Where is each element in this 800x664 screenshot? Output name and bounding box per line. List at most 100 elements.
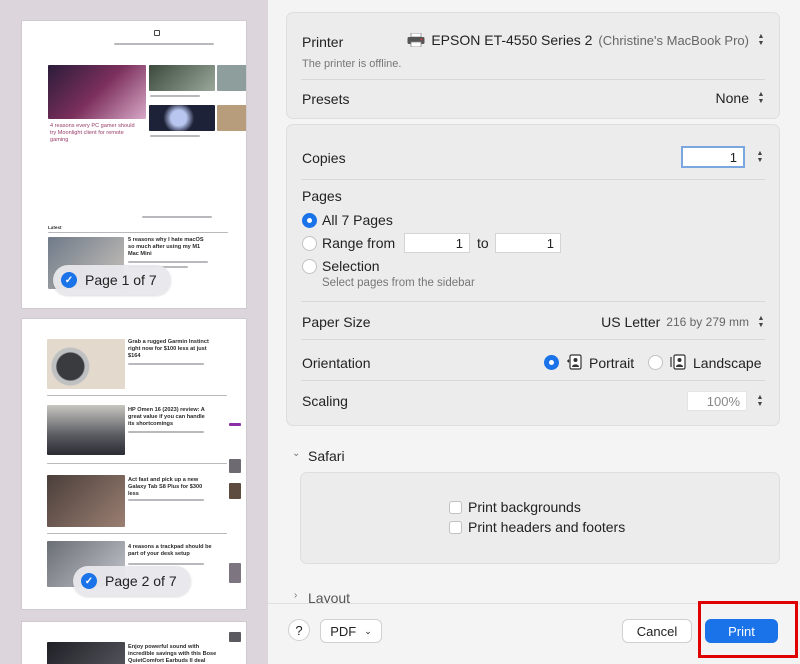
sidebar-ad (229, 459, 241, 473)
range-to-input[interactable]: 1 (495, 233, 561, 253)
portrait-radio[interactable] (544, 355, 559, 370)
copies-input[interactable]: 1 (681, 146, 745, 168)
article-image (217, 105, 246, 131)
selection-radio[interactable] (302, 259, 317, 274)
printer-host: (Christine's MacBook Pro) (598, 32, 749, 48)
page-2-label: Page 2 of 7 (105, 573, 177, 589)
divider (301, 301, 765, 302)
print-button[interactable]: Print (705, 619, 778, 643)
selection-hint: Select pages from the sidebar (322, 277, 475, 289)
all-pages-radio[interactable] (302, 213, 317, 228)
page-thumbnail-3[interactable]: Enjoy powerful sound with incredible sav… (21, 621, 247, 664)
divider (47, 463, 227, 464)
range-radio[interactable] (302, 236, 317, 251)
presets-popup[interactable]: None ▲ ▼ (716, 90, 767, 106)
pdf-label: PDF (330, 623, 357, 639)
copies-label: Copies (302, 150, 346, 166)
printer-popup[interactable]: EPSON ET-4550 Series 2 (Christine's MacB… (407, 32, 767, 48)
sidebar-ad (229, 423, 241, 426)
cancel-button[interactable]: Cancel (622, 619, 692, 643)
all-pages-label: All 7 Pages (322, 212, 393, 228)
hero-headline: 4 reasons every PC gamer should try Moon… (50, 123, 135, 143)
article-title: HP Omen 16 (2023) review: A great value … (128, 407, 205, 427)
article-image (47, 642, 125, 664)
article-image (149, 105, 215, 131)
options-card: Copies 1 ▲ ▼ Pages All 7 Pages Range from… (286, 124, 780, 426)
print-backgrounds-label: Print backgrounds (468, 499, 581, 515)
printer-name: EPSON ET-4550 Series 2 (431, 32, 593, 48)
divider (301, 380, 765, 381)
article-image (47, 339, 125, 389)
article-title: Enjoy powerful sound with incredible sav… (128, 644, 217, 664)
scaling-input[interactable]: 100% (687, 391, 747, 411)
landscape-icon (670, 354, 688, 375)
scaling-label: Scaling (302, 393, 348, 409)
page-1-selection-pill[interactable]: ✓ Page 1 of 7 (53, 265, 171, 295)
paper-size-label: Paper Size (302, 314, 371, 330)
portrait-label: Portrait (589, 355, 635, 371)
copies-stepper[interactable]: ▲ ▼ (754, 149, 766, 165)
section-label: Latest (48, 225, 62, 230)
paper-size-dims: 216 by 279 mm (666, 315, 749, 329)
text-line (128, 563, 204, 565)
portrait-icon (566, 354, 582, 375)
text-line (150, 95, 200, 97)
text-line (128, 363, 204, 365)
range-label: Range from (322, 235, 396, 251)
orientation-label: Orientation (302, 355, 371, 371)
pdf-menu-button[interactable]: PDF ⌄ (320, 619, 382, 643)
popup-chevron-icon: ▲ ▼ (757, 315, 765, 329)
selection-label: Selection (322, 258, 380, 274)
safari-section-label[interactable]: Safari (308, 448, 345, 464)
pages-label: Pages (302, 188, 342, 204)
landscape-label: Landscape (693, 355, 762, 371)
page-preview-sidebar[interactable]: 4 reasons every PC gamer should try Moon… (0, 0, 268, 664)
tab-bar (142, 216, 212, 218)
landscape-radio[interactable] (648, 355, 663, 370)
divider (301, 179, 765, 180)
article-title: Act fast and pick up a new Galaxy Tab S8… (128, 477, 203, 497)
popup-chevron-icon: ▲ ▼ (757, 33, 765, 47)
printer-status: The printer is offline. (302, 58, 402, 70)
article-image (149, 65, 215, 91)
hero-image (48, 65, 146, 119)
article-image (217, 65, 246, 91)
article-image (47, 475, 125, 527)
article-image (47, 405, 125, 455)
safari-options-box: Print backgrounds Print headers and foot… (300, 472, 780, 564)
sidebar-ad (229, 632, 241, 642)
safari-disclosure-icon[interactable]: ⌄ (292, 448, 300, 459)
range-to-label: to (477, 235, 489, 251)
article-title: 5 reasons why I hate macOS so much after… (128, 237, 204, 257)
printer-card: Printer EPSON ET-4550 Series 2 (Christin… (286, 12, 780, 119)
text-line (128, 261, 208, 263)
text-line (128, 499, 204, 501)
checkmark-icon: ✓ (81, 573, 97, 589)
sidebar-ad (229, 483, 241, 499)
page-1-label: Page 1 of 7 (85, 272, 157, 288)
paper-size-popup[interactable]: US Letter 216 by 279 mm ▲ ▼ (601, 314, 767, 330)
scaling-stepper[interactable]: ▲ ▼ (754, 393, 766, 409)
article-title: Grab a rugged Garmin Instinct right now … (128, 339, 209, 359)
range-from-input[interactable]: 1 (404, 233, 470, 253)
paper-size-value: US Letter (601, 314, 661, 330)
help-button[interactable]: ? (288, 619, 310, 641)
printer-label: Printer (302, 34, 344, 50)
divider (48, 232, 228, 233)
print-headers-checkbox[interactable] (449, 521, 462, 534)
print-headers-label: Print headers and footers (468, 519, 626, 535)
print-settings-panel: Printer EPSON ET-4550 Series 2 (Christin… (268, 0, 800, 664)
divider (47, 533, 227, 534)
printer-icon (407, 32, 425, 48)
page-2-selection-pill[interactable]: ✓ Page 2 of 7 (73, 566, 191, 596)
popup-chevron-icon: ▲ ▼ (757, 91, 765, 105)
presets-label: Presets (302, 91, 350, 107)
print-backgrounds-checkbox[interactable] (449, 501, 462, 514)
article-title: 4 reasons a trackpad should be part of y… (128, 544, 212, 557)
text-line (128, 431, 204, 433)
site-logo-icon (154, 30, 160, 36)
layout-disclosure-icon[interactable]: › (294, 590, 297, 601)
chevron-down-icon: ⌄ (364, 625, 372, 636)
sidebar-ad (229, 563, 241, 583)
nav-bar (114, 43, 214, 45)
